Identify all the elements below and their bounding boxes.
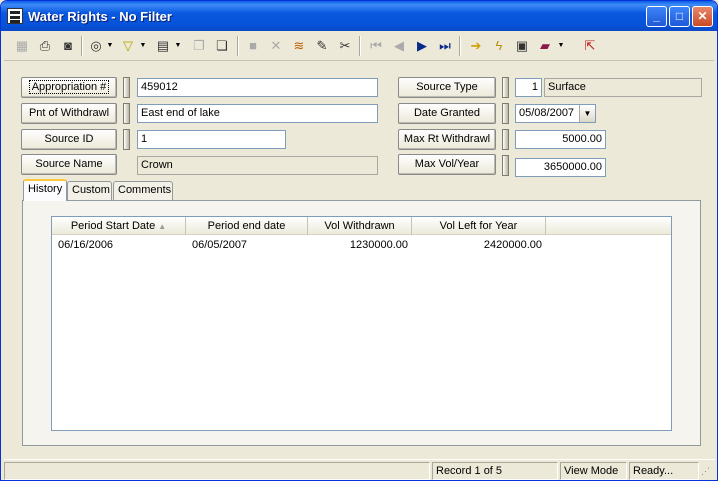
filter-dropdown-icon[interactable]: ▼ [139, 35, 147, 57]
save-icon[interactable]: ■ [242, 35, 264, 57]
toolbar-separator [237, 36, 239, 56]
history-tab-panel: Period Start Date ▲ Period end date Vol … [22, 200, 701, 446]
status-pane-main [4, 462, 430, 480]
pencil-icon[interactable]: ✎ [311, 35, 333, 57]
source-type-description: Surface [544, 78, 702, 97]
toolbar-separator [359, 36, 361, 56]
source-type-button[interactable]: Source Type [398, 77, 496, 98]
delete-icon[interactable]: ✕ [265, 35, 287, 57]
book-icon[interactable]: ▰ [534, 35, 556, 57]
column-period-start-date-label: Period Start Date [70, 220, 156, 232]
print-preview-icon[interactable]: ◙ [57, 35, 79, 57]
date-granted-grip[interactable] [502, 103, 509, 124]
column-vol-withdrawn[interactable]: Vol Withdrawn [308, 217, 412, 235]
cell-period-start-date: 06/16/2006 [58, 239, 114, 251]
date-granted-picker[interactable]: 05/08/2007 ▼ [515, 104, 596, 123]
appropriation-button[interactable]: Appropriation # [21, 77, 117, 98]
tab-history[interactable]: History [23, 179, 67, 201]
status-state: Ready... [629, 462, 699, 480]
resize-grip-icon[interactable]: ⋰ [701, 464, 713, 478]
status-bar: Record 1 of 5 View Mode Ready... ⋰ [4, 459, 715, 480]
source-id-button[interactable]: Source ID [21, 129, 117, 150]
title-bar[interactable]: Water Rights - No Filter _ □ ✕ [1, 1, 717, 31]
toolbar-separator [459, 36, 461, 56]
column-period-start-date[interactable]: Period Start Date ▲ [52, 217, 186, 235]
pnt-withdrawl-field[interactable]: East end of lake [137, 104, 378, 123]
history-list[interactable]: Period Start Date ▲ Period end date Vol … [51, 216, 672, 431]
history-list-header: Period Start Date ▲ Period end date Vol … [52, 217, 671, 235]
toolbar: ▦ ⎙ ◙ ◎ ▼ ▽ ▼ ▤ ▼ ❐ ❏ ■ ✕ ≋ ✎ ✂ ⏮ ◀ ▶ ⏭ … [4, 32, 714, 61]
tab-comments[interactable]: Comments [113, 181, 173, 200]
source-type-code-field[interactable]: 1 [515, 78, 542, 97]
appropriation-grip[interactable] [123, 77, 130, 98]
table-icon[interactable]: ▦ [11, 35, 33, 57]
toolbar-separator [81, 36, 83, 56]
source-name-field: Crown [137, 156, 378, 175]
max-vol-year-field[interactable]: 3650000.00 [515, 158, 606, 177]
last-record-icon[interactable]: ⏭ [434, 35, 456, 57]
binoculars-icon[interactable]: ◎ [85, 35, 107, 57]
scissors-icon[interactable]: ✂ [334, 35, 356, 57]
source-name-button[interactable]: Source Name [21, 154, 117, 175]
source-type-grip[interactable] [502, 77, 509, 98]
cell-vol-left-for-year: 2420000.00 [483, 239, 542, 251]
pnt-withdrawl-button[interactable]: Pnt of Withdrawl [21, 103, 117, 124]
date-granted-value: 05/08/2007 [519, 107, 575, 119]
cell-period-end-date: 06/05/2007 [192, 239, 248, 251]
arrow-right-icon[interactable]: ➔ [465, 35, 487, 57]
filter-icon[interactable]: ▽ [117, 35, 139, 57]
close-button[interactable]: ✕ [692, 6, 713, 27]
chevron-down-icon[interactable]: ▼ [579, 105, 595, 122]
status-record: Record 1 of 5 [432, 462, 558, 480]
column-period-end-date[interactable]: Period end date [186, 217, 308, 235]
date-granted-button[interactable]: Date Granted [398, 103, 496, 124]
report-icon[interactable]: ▣ [511, 35, 533, 57]
sort-ascending-icon: ▲ [158, 222, 167, 231]
copy-icon[interactable]: ❐ [188, 35, 210, 57]
form-dropdown-icon[interactable]: ▼ [174, 35, 182, 57]
find-dropdown-icon[interactable]: ▼ [106, 35, 114, 57]
book-dropdown-icon[interactable]: ▼ [557, 35, 565, 57]
app-icon[interactable] [7, 8, 23, 24]
status-mode: View Mode [560, 462, 627, 480]
max-rt-withdrawl-button[interactable]: Max Rt Withdrawl [398, 129, 496, 150]
cell-vol-withdrawn: 1230000.00 [349, 239, 408, 251]
lightning-icon[interactable]: ϟ [488, 35, 510, 57]
exit-icon[interactable]: ⇱ [579, 35, 601, 57]
appropriation-field[interactable]: 459012 [137, 78, 378, 97]
max-rt-withdrawl-field[interactable]: 5000.00 [515, 130, 606, 149]
max-vol-year-grip[interactable] [502, 155, 509, 176]
app-window: Water Rights - No Filter _ □ ✕ ▦ ⎙ ◙ ◎ ▼… [0, 0, 718, 481]
column-vol-left-for-year[interactable]: Vol Left for Year [412, 217, 546, 235]
appropriation-label: Appropriation # [28, 80, 110, 94]
maximize-button[interactable]: □ [669, 6, 690, 27]
max-vol-year-button[interactable]: Max Vol/Year [398, 154, 496, 175]
pnt-withdrawl-grip[interactable] [123, 103, 130, 124]
first-record-icon[interactable]: ⏮ [365, 35, 387, 57]
next-record-icon[interactable]: ▶ [411, 35, 433, 57]
minimize-button[interactable]: _ [646, 6, 667, 27]
stack-icon[interactable]: ≋ [288, 35, 310, 57]
source-id-grip[interactable] [123, 129, 130, 150]
tab-custom[interactable]: Custom [67, 181, 112, 200]
form-icon[interactable]: ▤ [152, 35, 174, 57]
paste-icon[interactable]: ❏ [211, 35, 233, 57]
source-id-field[interactable]: 1 [137, 130, 286, 149]
print-icon[interactable]: ⎙ [34, 35, 56, 57]
window-title: Water Rights - No Filter [28, 9, 172, 24]
max-rt-withdrawl-grip[interactable] [502, 129, 509, 150]
prev-record-icon[interactable]: ◀ [388, 35, 410, 57]
